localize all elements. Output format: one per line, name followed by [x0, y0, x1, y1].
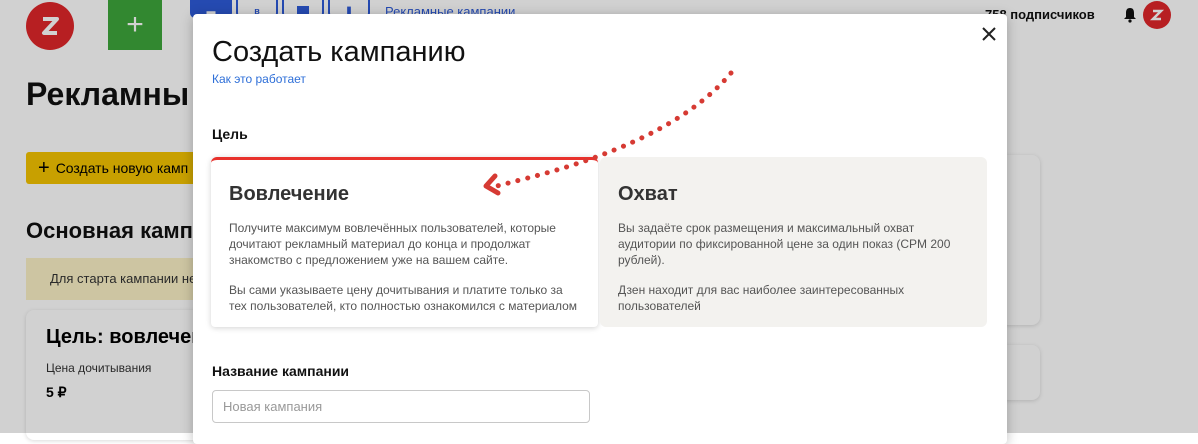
how-it-works-link[interactable]: Как это работает	[212, 72, 306, 86]
goal-option-paragraph: Получите максимум вовлечённых пользовате…	[229, 221, 556, 267]
goal-label: Цель	[212, 126, 248, 142]
campaign-name-label: Название кампании	[212, 363, 350, 379]
goal-option-reach[interactable]: Охват Вы задаёте срок размещения и макси…	[600, 157, 987, 327]
goal-option-title: Вовлечение	[229, 183, 349, 205]
create-campaign-modal: Создать кампанию Как это работает Цель В…	[193, 14, 1007, 444]
close-icon	[982, 27, 996, 41]
goal-option-title: Охват	[618, 183, 678, 205]
goal-option-paragraph: Дзен находит для вас наиболее заинтересо…	[618, 283, 905, 313]
modal-title: Создать кампанию	[212, 36, 466, 68]
goal-option-paragraph: Вы сами указываете цену дочитывания и пл…	[229, 283, 578, 313]
goal-option-description: Вы задаёте срок размещения и максимальны…	[618, 220, 969, 314]
goal-option-description: Получите максимум вовлечённых пользовате…	[229, 220, 580, 314]
close-button[interactable]	[977, 22, 1001, 46]
campaign-name-input[interactable]	[212, 390, 590, 423]
goal-option-engagement[interactable]: Вовлечение Получите максимум вовлечённых…	[211, 157, 598, 327]
goal-option-paragraph: Вы задаёте срок размещения и максимальны…	[618, 221, 951, 267]
